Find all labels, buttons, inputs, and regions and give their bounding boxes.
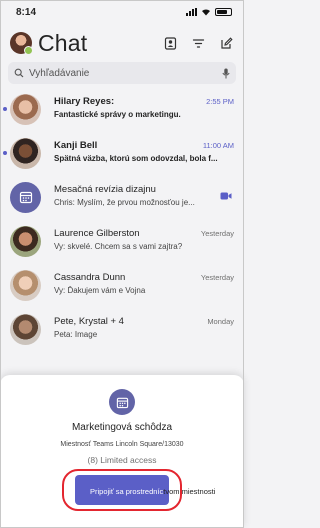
search-icon [14,68,24,78]
status-time: 8:14 [16,6,37,18]
contacts-button[interactable] [162,35,178,51]
chat-preview: Spätná väzba, ktorú som odovzdal, bola f… [54,154,218,163]
cellular-signal-icon [186,8,197,16]
microphone-icon[interactable] [222,68,230,79]
chat-name: Kanji Bell [54,140,98,151]
filter-icon [192,38,204,48]
filter-button[interactable] [190,35,206,51]
video-call-icon[interactable] [220,191,232,201]
search-input[interactable]: Vyhľadávanie [29,68,222,79]
chat-time: 2:55 PM [206,97,234,106]
chat-preview: Fantastické správy o marketingu. [54,110,181,119]
chat-list-item[interactable]: Hilary Reyes: 2:55 PM Fantastické správy … [0,88,244,130]
chat-list-item[interactable]: Pete, Krystal + 4 Monday Peta: Image [0,308,244,350]
avatar [10,137,41,169]
meeting-room: Miestnosť Teams Lincoln Square/13030 [60,441,184,448]
wifi-icon [202,9,210,16]
meeting-join-sheet: Marketingová schôdza Miestnosť Teams Lin… [0,375,244,528]
meeting-icon-badge [109,389,135,415]
highlight-outline [62,469,182,511]
calendar-icon [19,191,32,204]
chat-name: Cassandra Dunn [54,272,126,283]
avatar [10,313,41,345]
chat-preview: Peta: Image [54,330,98,339]
status-icons [186,8,232,16]
chat-time: Monday [207,317,234,326]
chat-list-item[interactable]: Laurence Gilberston Yesterday Vy: skvelé.… [0,220,244,262]
avatar [10,93,41,125]
chat-preview: Vy: skvelé. Chcem sa s vami zajtra? [54,242,183,251]
new-chat-button[interactable] [218,35,234,51]
chat-preview: Chris: Myslím, že prvou možnosťou je... [54,198,195,207]
unread-indicator [3,151,7,155]
meeting-title: Marketingová schôdza [71,422,173,433]
chat-list-item[interactable]: Cassandra Dunn Yesterday Vy: Ďakujem vám … [0,264,244,306]
compose-icon [220,36,233,49]
avatar [10,225,41,257]
chat-list-item[interactable]: Kanji Bell 11:00 AM Spätná väzba, ktorú s… [0,132,244,174]
avatar [10,269,41,301]
unread-indicator [3,107,7,111]
chat-time: Yesterday [200,273,234,282]
chat-name: Laurence Gilberston [54,228,140,239]
chat-header: Chat [0,28,244,58]
profile-avatar[interactable] [10,32,33,55]
chat-name: Hilary Reyes: [54,96,115,107]
page-title: Chat [38,29,88,56]
chat-list: Hilary Reyes: 2:55 PM Fantastické správy … [0,88,244,352]
chat-time: Yesterday [200,229,234,238]
meeting-avatar [10,181,41,213]
header-actions [162,35,234,51]
calendar-icon [116,397,128,408]
chat-list-item[interactable]: Mesačná revízia dizajnu Chris: Myslím, ž… [0,176,244,218]
chat-name: Pete, Krystal + 4 [54,316,124,327]
chat-time: 11:00 AM [202,141,234,150]
chat-preview: Vy: Ďakujem vám e Vojna [54,286,146,295]
contacts-icon [164,36,176,50]
meeting-access: (8) Limited access [87,455,157,465]
status-bar: 8:14 [0,0,244,24]
chat-name: Mesačná revízia dizajnu [54,184,156,195]
search-bar[interactable]: Vyhľadávanie [8,62,236,84]
battery-icon [215,8,232,16]
